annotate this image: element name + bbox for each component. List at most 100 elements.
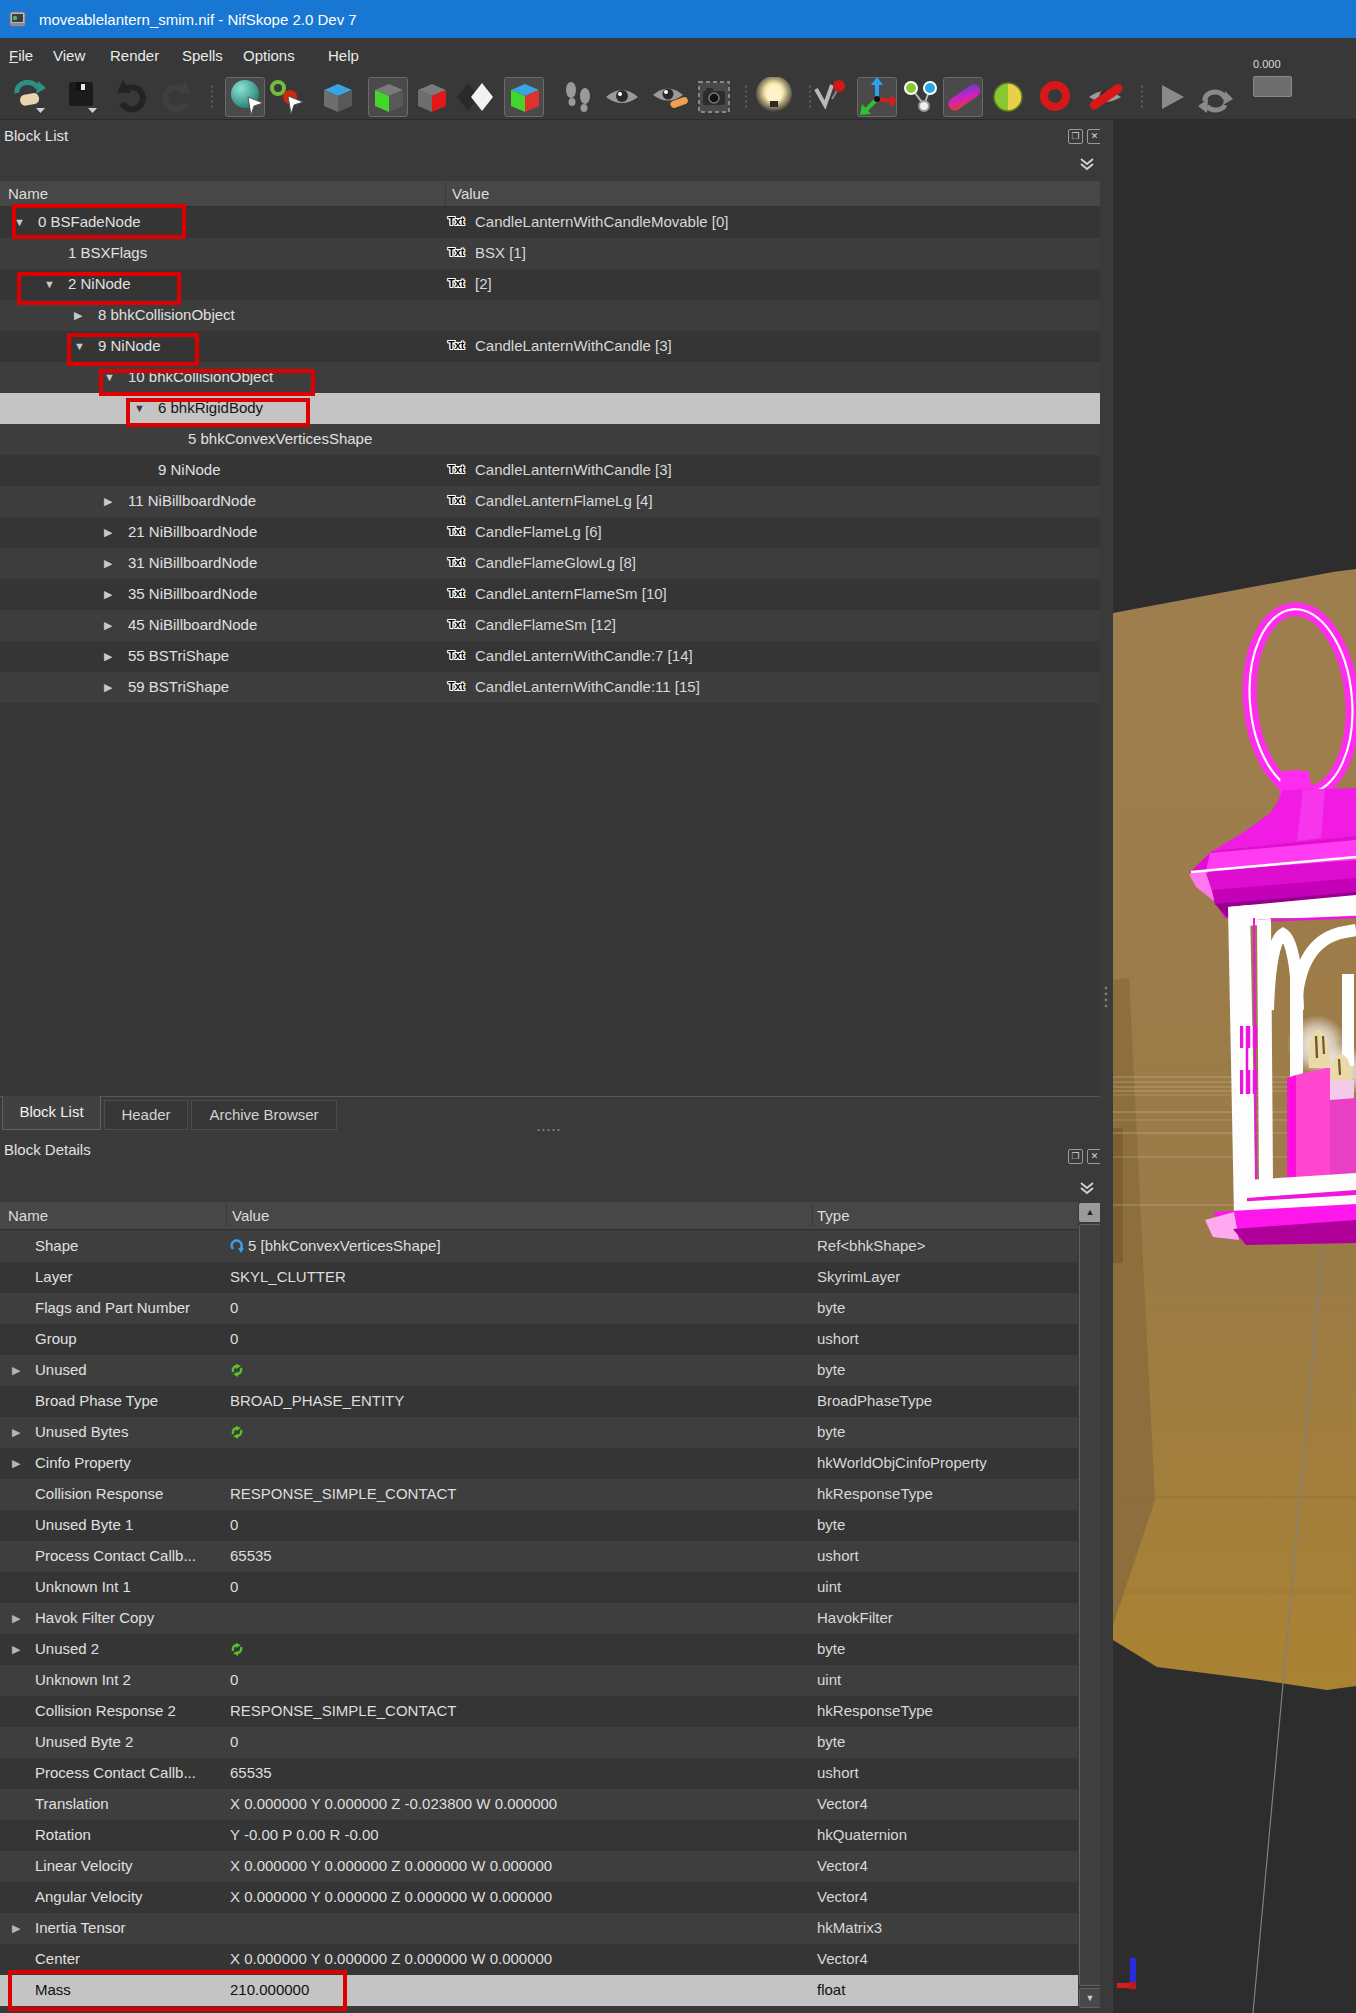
detail-row[interactable]: Unknown Int 10uint	[0, 1572, 1078, 1603]
window-title: moveablelantern_smim.nif - NifSkope 2.0 …	[39, 11, 357, 28]
collapse-arrow-icon[interactable]: ▶	[12, 1364, 20, 1377]
detail-row[interactable]: Broad Phase TypeBROAD_PHASE_ENTITYBroadP…	[0, 1386, 1078, 1417]
camera-button[interactable]	[694, 77, 734, 117]
scrollbar-thumb[interactable]	[1079, 1224, 1101, 1986]
tree-row[interactable]: ▶21 NiBillboardNodeTxtCandleFlameLg [6]	[0, 517, 1100, 548]
detail-row[interactable]: Group0ushort	[0, 1324, 1078, 1355]
collapse-arrow-icon[interactable]: ▶	[104, 681, 112, 694]
tree-row[interactable]: ▶35 NiBillboardNodeTxtCandleLanternFlame…	[0, 579, 1100, 610]
detail-row[interactable]: RotationY -0.00 P 0.00 R -0.00hkQuaterni…	[0, 1820, 1078, 1851]
collapse-arrow-icon[interactable]: ▶	[12, 1457, 20, 1470]
tree-row[interactable]: 1 BSXFlagsTxtBSX [1]	[0, 238, 1100, 269]
block-list-expand-all-icon[interactable]	[1078, 156, 1096, 173]
dock-splitter[interactable]	[1100, 120, 1113, 2013]
column-value[interactable]: Value	[452, 185, 489, 202]
tab-header[interactable]: Header	[104, 1100, 188, 1130]
detail-row[interactable]: Flags and Part Number0byte	[0, 1293, 1078, 1324]
detail-row[interactable]: ▶Havok Filter CopyHavokFilter	[0, 1603, 1078, 1634]
eye-edit-button[interactable]	[650, 77, 690, 117]
detail-row[interactable]: Linear VelocityX 0.000000 Y 0.000000 Z 0…	[0, 1851, 1078, 1882]
detail-row[interactable]: ▶Inertia TensorhkMatrix3	[0, 1913, 1078, 1944]
tree-row[interactable]: 5 bhkConvexVerticesShape	[0, 424, 1100, 455]
collapse-arrow-icon[interactable]: ▶	[104, 650, 112, 663]
scrollbar-up-button[interactable]: ▲	[1079, 1203, 1101, 1222]
column-type[interactable]: Type	[817, 1207, 850, 1224]
red-ring-button[interactable]	[1035, 77, 1075, 117]
tab-block-list[interactable]: Block List	[2, 1096, 101, 1130]
tree-row[interactable]: ▶31 NiBillboardNodeTxtCandleFlameGlowLg …	[0, 548, 1100, 579]
collapse-arrow-icon[interactable]: ▶	[104, 495, 112, 508]
axes-button[interactable]	[857, 77, 897, 117]
checkmark-pin-button[interactable]	[808, 77, 848, 117]
comet-button[interactable]	[943, 77, 983, 117]
lightbulb-button[interactable]	[754, 77, 794, 117]
tree-row[interactable]: ▶55 BSTriShapeTxtCandleLanternWithCandle…	[0, 641, 1100, 672]
block-details-expand-all-icon[interactable]	[1078, 1180, 1096, 1197]
vertex-select-button[interactable]	[267, 77, 307, 117]
eye-slash-button[interactable]	[1085, 77, 1125, 117]
tree-row[interactable]: ▶59 BSTriShapeTxtCandleLanternWithCandle…	[0, 672, 1100, 703]
collapse-arrow-icon[interactable]: ▶	[104, 619, 112, 632]
detail-row[interactable]: Collision Response 2RESPONSE_SIMPLE_CONT…	[0, 1696, 1078, 1727]
eye-button[interactable]	[602, 77, 642, 117]
collapse-arrow-icon[interactable]: ▶	[104, 557, 112, 570]
tree-row[interactable]: ▶11 NiBillboardNodeTxtCandleLanternFlame…	[0, 486, 1100, 517]
collapse-arrow-icon[interactable]: ▶	[104, 526, 112, 539]
detail-row[interactable]: ▶Cinfo PropertyhkWorldObjCinfoProperty	[0, 1448, 1078, 1479]
tree-row[interactable]: ▶45 NiBillboardNodeTxtCandleFlameSm [12]	[0, 610, 1100, 641]
title-bar[interactable]: moveablelantern_smim.nif - NifSkope 2.0 …	[0, 0, 1356, 38]
sphere-half-button[interactable]	[988, 77, 1028, 117]
detail-row[interactable]: Unused Byte 10byte	[0, 1510, 1078, 1541]
detail-row[interactable]: Shape5 [bhkConvexVerticesShape]Ref<bhkSh…	[0, 1231, 1078, 1262]
cube-rgb-button[interactable]	[504, 77, 544, 117]
scrollbar-down-button[interactable]: ▼	[1079, 1988, 1101, 2008]
column-value[interactable]: Value	[232, 1207, 269, 1224]
column-name[interactable]: Name	[8, 185, 48, 202]
detail-row[interactable]: ▶Unused 2byte	[0, 1634, 1078, 1665]
collapse-arrow-icon[interactable]: ▶	[104, 588, 112, 601]
detail-row[interactable]: Angular VelocityX 0.000000 Y 0.000000 Z …	[0, 1882, 1078, 1913]
undo-button[interactable]	[113, 77, 153, 117]
column-name[interactable]: Name	[8, 1207, 48, 1224]
play-button[interactable]	[1152, 77, 1192, 117]
detail-row[interactable]: ▶Unusedbyte	[0, 1355, 1078, 1386]
detail-row[interactable]: Process Contact Callb...65535ushort	[0, 1758, 1078, 1789]
nodes-button[interactable]	[900, 77, 940, 117]
render-viewport[interactable]	[1113, 120, 1356, 2013]
save-button[interactable]	[62, 77, 102, 117]
detail-row[interactable]: Unknown Int 20uint	[0, 1665, 1078, 1696]
tree-row[interactable]: 9 NiNodeTxtCandleLanternWithCandle [3]	[0, 455, 1100, 486]
collapse-arrow-icon[interactable]: ▶	[12, 1922, 20, 1935]
menu-help[interactable]: Help	[328, 38, 359, 74]
footprints-button[interactable]	[558, 77, 598, 117]
collapse-arrow-icon[interactable]: ▶	[12, 1643, 20, 1656]
detail-row[interactable]: Collision ResponseRESPONSE_SIMPLE_CONTAC…	[0, 1479, 1078, 1510]
detail-row[interactable]: ▶Unused Bytesbyte	[0, 1417, 1078, 1448]
cube-top-blue-button[interactable]	[318, 77, 358, 117]
shade-diamond-button[interactable]	[455, 77, 495, 117]
hand-arrow-button[interactable]	[9, 77, 49, 117]
collapse-arrow-icon[interactable]: ▶	[12, 1612, 20, 1625]
menu-view[interactable]: View	[53, 38, 85, 74]
block-name: 45 NiBillboardNode	[128, 616, 257, 633]
menu-render[interactable]: Render	[110, 38, 159, 74]
tab-archive-browser[interactable]: Archive Browser	[191, 1100, 337, 1130]
detail-row[interactable]: Unused Byte 20byte	[0, 1727, 1078, 1758]
block-list-float-button[interactable]: ❐	[1068, 129, 1083, 144]
loop-button[interactable]	[1195, 77, 1235, 117]
detail-row[interactable]: TranslationX 0.000000 Y 0.000000 Z -0.02…	[0, 1789, 1078, 1820]
detail-row[interactable]: Process Contact Callb...65535ushort	[0, 1541, 1078, 1572]
field-name: Unused 2	[35, 1640, 99, 1657]
menu-spells[interactable]: Spells	[182, 38, 223, 74]
redo-button[interactable]	[155, 77, 195, 117]
collapse-arrow-icon[interactable]: ▶	[12, 1426, 20, 1439]
collapse-arrow-icon[interactable]: ▶	[74, 309, 82, 322]
menu-options[interactable]: Options	[243, 38, 295, 74]
block-details-float-button[interactable]: ❐	[1068, 1149, 1083, 1164]
detail-row[interactable]: LayerSKYL_CLUTTERSkyrimLayer	[0, 1262, 1078, 1293]
cube-side-red-button[interactable]	[412, 77, 452, 117]
menu-file[interactable]: File	[9, 38, 33, 74]
sphere-select-button[interactable]	[225, 77, 265, 117]
cube-front-green-button[interactable]	[368, 77, 408, 117]
frame-spinner[interactable]	[1253, 76, 1292, 97]
